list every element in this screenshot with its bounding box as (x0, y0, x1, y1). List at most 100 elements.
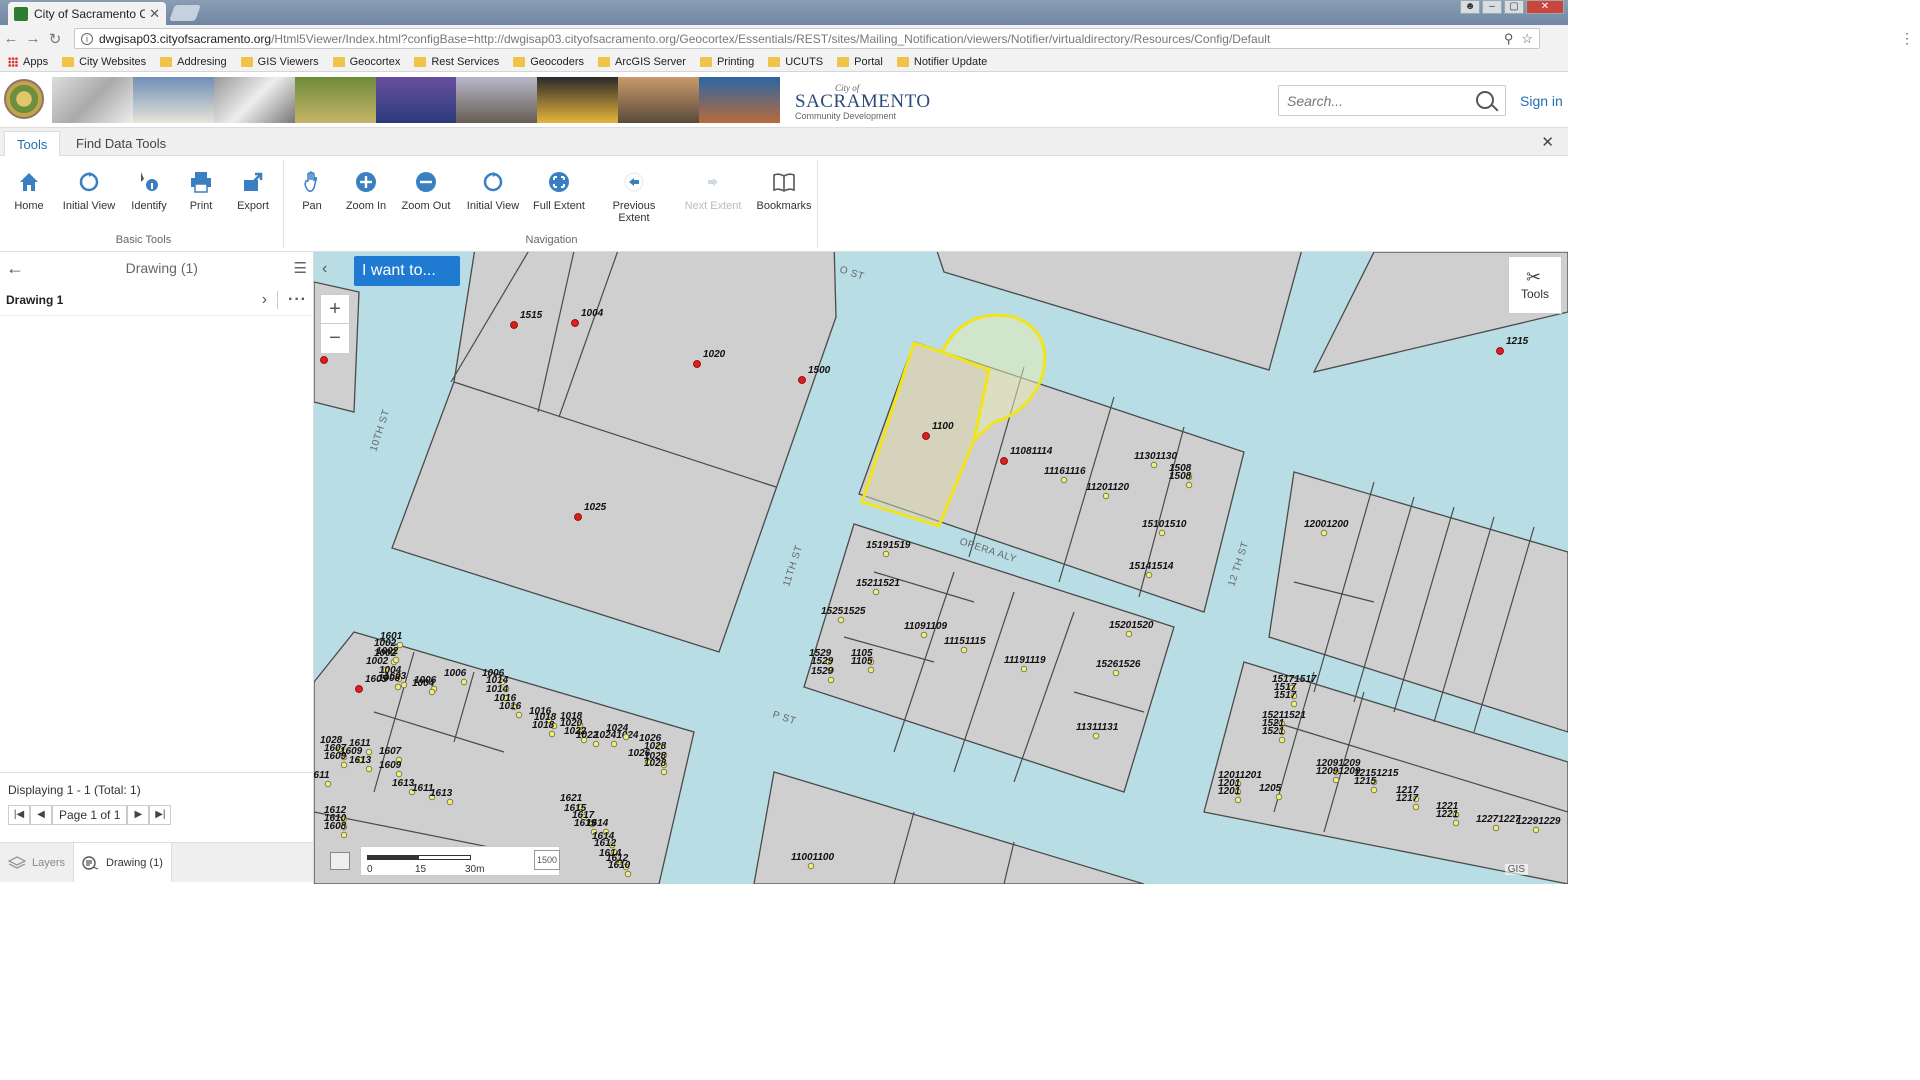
sign-in-link[interactable]: Sign in (1520, 93, 1563, 109)
browser-tab[interactable]: City of Sacramento Cons ✕ (8, 2, 166, 25)
bookmark-notifier-update[interactable]: Notifier Update (896, 56, 987, 68)
new-tab-button[interactable] (169, 5, 201, 21)
address-point[interactable] (622, 733, 630, 741)
address-point[interactable] (1452, 819, 1460, 827)
address-point[interactable] (446, 798, 454, 806)
address-point[interactable] (340, 761, 348, 769)
bookmark-rest-services[interactable]: Rest Services (414, 56, 499, 68)
address-point[interactable] (624, 870, 632, 878)
address-point[interactable] (574, 513, 582, 521)
zoom-in-button[interactable]: Zoom In (333, 170, 399, 212)
tab-close-icon[interactable]: ✕ (149, 6, 160, 22)
map-canvas[interactable]: O ST 10TH ST 11TH ST OPERA ALY 12 TH ST … (314, 252, 1568, 884)
address-point[interactable] (1234, 796, 1242, 804)
address-point[interactable] (592, 740, 600, 748)
address-point[interactable] (1158, 529, 1166, 537)
bookmark-geocortex[interactable]: Geocortex (332, 56, 400, 68)
address-point[interactable] (392, 656, 400, 664)
previous-extent-button[interactable]: Previous Extent (596, 170, 672, 224)
back-arrow-icon[interactable]: ← (6, 258, 30, 279)
address-point[interactable] (1185, 481, 1193, 489)
address-point[interactable] (1278, 736, 1286, 744)
minimize-icon[interactable]: – (1482, 0, 1502, 14)
address-point[interactable] (1000, 457, 1008, 465)
address-point[interactable] (320, 356, 328, 364)
next-page-icon[interactable]: ▶ (127, 805, 150, 825)
address-point[interactable] (460, 678, 468, 686)
address-point[interactable] (1320, 529, 1328, 537)
address-point[interactable] (1290, 700, 1298, 708)
zoom-in-icon[interactable]: + (321, 295, 349, 324)
address-point[interactable] (324, 780, 332, 788)
zoom-out-button[interactable]: Zoom Out (393, 170, 459, 212)
search-input[interactable] (1278, 85, 1506, 116)
bookmarks-button[interactable]: Bookmarks (751, 170, 817, 212)
bookmark-apps[interactable]: Apps (8, 56, 48, 68)
address-point[interactable] (510, 321, 518, 329)
address-point[interactable] (882, 550, 890, 558)
address-point[interactable] (395, 770, 403, 778)
url-input[interactable]: i dwgisap03.cityofsacramento.org/Html5Vi… (74, 28, 1540, 49)
info-icon[interactable]: i (81, 32, 93, 45)
i-want-to-button[interactable]: I want to... (354, 256, 460, 286)
address-point[interactable] (1275, 793, 1283, 801)
toolbar-close-icon[interactable]: ✕ (1541, 133, 1554, 151)
tab-tools[interactable]: Tools (4, 131, 61, 156)
initial-view-button[interactable]: Initial View (56, 170, 122, 212)
more-options-icon[interactable]: ··· (288, 291, 307, 309)
address-point[interactable] (1150, 461, 1158, 469)
address-point[interactable] (960, 646, 968, 654)
collapse-panel-icon[interactable]: ‹ (322, 260, 327, 278)
address-point[interactable] (1020, 665, 1028, 673)
last-page-icon[interactable]: ▶| (149, 805, 172, 825)
address-point[interactable] (922, 432, 930, 440)
forward-icon[interactable]: → (22, 30, 44, 47)
tab-find-data-tools[interactable]: Find Data Tools (64, 131, 178, 156)
list-item[interactable]: Drawing 1 › ··· (0, 284, 313, 316)
address-point[interactable] (920, 631, 928, 639)
prev-page-icon[interactable]: ◀ (30, 805, 52, 825)
address-point[interactable] (400, 681, 408, 689)
chevron-right-icon[interactable]: › (262, 290, 279, 309)
address-point[interactable] (1332, 776, 1340, 784)
address-point[interactable] (1060, 476, 1068, 484)
bookmark-portal[interactable]: Portal (837, 56, 883, 68)
address-point[interactable] (365, 748, 373, 756)
initial-view-nav-button[interactable]: Initial View (460, 170, 526, 212)
address-point[interactable] (798, 376, 806, 384)
close-window-icon[interactable]: ✕ (1526, 0, 1564, 14)
address-point[interactable] (872, 588, 880, 596)
address-point[interactable] (365, 765, 373, 773)
star-icon[interactable]: ☆ (1521, 31, 1533, 47)
user-icon[interactable]: ☻ (1460, 0, 1480, 14)
browser-menu-icon[interactable]: ⋮ (1900, 30, 1914, 47)
home-button[interactable]: Home (0, 170, 62, 212)
address-point[interactable] (867, 666, 875, 674)
zoom-icon[interactable]: ⚲ (1504, 31, 1514, 47)
maximize-icon[interactable]: ▢ (1504, 0, 1524, 14)
address-point[interactable] (1412, 803, 1420, 811)
bookmark-ucuts[interactable]: UCUTS (768, 56, 823, 68)
address-point[interactable] (1092, 732, 1100, 740)
bookmark-city-websites[interactable]: City Websites (62, 56, 146, 68)
scale-input[interactable]: 1500 (534, 850, 560, 870)
tab-layers[interactable]: Layers (0, 843, 73, 882)
search-icon[interactable] (1476, 91, 1494, 109)
address-point[interactable] (428, 688, 436, 696)
address-point[interactable] (340, 831, 348, 839)
address-point[interactable] (1370, 786, 1378, 794)
address-point[interactable] (693, 360, 701, 368)
address-point[interactable] (548, 730, 556, 738)
bookmark-printing[interactable]: Printing (699, 56, 754, 68)
overview-map-icon[interactable] (330, 852, 350, 870)
address-point[interactable] (837, 616, 845, 624)
zoom-out-icon[interactable]: − (321, 324, 349, 353)
address-point[interactable] (1102, 492, 1110, 500)
bookmark-arcgis-server[interactable]: ArcGIS Server (598, 56, 686, 68)
address-point[interactable] (571, 319, 579, 327)
address-point[interactable] (807, 862, 815, 870)
first-page-icon[interactable]: |◀ (8, 805, 30, 825)
bookmark-geocoders[interactable]: Geocoders (513, 56, 584, 68)
address-point[interactable] (355, 685, 363, 693)
bookmark-gis-viewers[interactable]: GIS Viewers (240, 56, 319, 68)
